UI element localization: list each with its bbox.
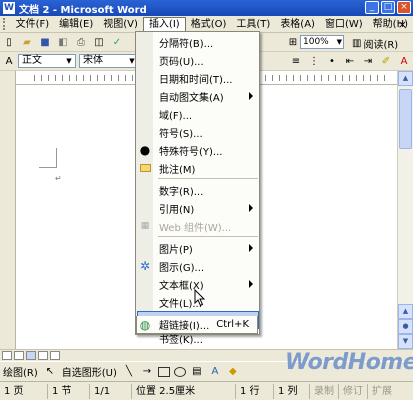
- close-button[interactable]: ×: [397, 1, 411, 14]
- status-page-count: 1/1: [90, 383, 132, 399]
- wordart-icon[interactable]: A: [208, 365, 222, 378]
- autoshape-menu[interactable]: 自选图形(U): [62, 364, 117, 379]
- special-symbol-icon: ●: [139, 143, 151, 157]
- print-view-button[interactable]: [26, 351, 36, 360]
- vertical-ruler[interactable]: [0, 71, 16, 349]
- select-objects-icon[interactable]: ↖: [43, 365, 57, 378]
- print-icon[interactable]: ⎙: [74, 36, 88, 49]
- permission-icon[interactable]: ◧: [56, 36, 70, 49]
- mouse-cursor-icon: [194, 289, 206, 307]
- research-icon[interactable]: ⊞: [286, 36, 300, 49]
- select-browse-object-button[interactable]: ●: [398, 319, 413, 334]
- word-app-icon[interactable]: W: [3, 2, 15, 14]
- menu-file[interactable]: 文件(F): [11, 17, 55, 32]
- menu-edit[interactable]: 编辑(E): [54, 17, 98, 32]
- highlight-icon[interactable]: ✐: [379, 55, 393, 68]
- open-folder-icon[interactable]: ▰: [20, 36, 34, 49]
- menu-tools[interactable]: 工具(T): [231, 17, 275, 32]
- font-color-icon[interactable]: A: [397, 55, 411, 68]
- menu-item-comment[interactable]: 批注(M): [137, 159, 259, 177]
- menu-item-page-numbers[interactable]: 页码(U)...: [137, 51, 259, 69]
- submenu-arrow-icon: [249, 244, 253, 252]
- draw-menu[interactable]: 绘图(R): [3, 364, 38, 379]
- menu-item-diagram[interactable]: ✲ 图示(G)...: [137, 257, 259, 275]
- status-track-changes[interactable]: 修订: [339, 383, 368, 399]
- text-box-icon[interactable]: ▤: [190, 365, 204, 378]
- read-icon: ▥: [352, 38, 362, 49]
- scroll-up-button[interactable]: ▲: [398, 71, 413, 86]
- menu-item-autotext[interactable]: 自动图文集(A): [137, 87, 259, 105]
- styles-pane-icon[interactable]: A: [2, 55, 16, 68]
- spelling-icon[interactable]: ✓: [110, 36, 124, 49]
- normal-view-button[interactable]: [2, 351, 12, 360]
- menu-item-reference[interactable]: 引用(N): [137, 199, 259, 217]
- decrease-indent-icon[interactable]: ⇤: [343, 55, 357, 68]
- reading-view-button[interactable]: [50, 351, 60, 360]
- hyperlink-icon: ◍: [139, 317, 151, 332]
- fill-color-icon[interactable]: ◆: [226, 365, 240, 378]
- menu-item-date-time[interactable]: 日期和时间(T)...: [137, 69, 259, 87]
- menu-item-special-symbol[interactable]: ● 特殊符号(Y)...: [137, 141, 259, 159]
- bullets-icon[interactable]: •: [325, 55, 339, 68]
- zoom-box[interactable]: 100% ▼: [300, 35, 344, 49]
- save-icon[interactable]: ■: [38, 36, 52, 49]
- status-extend[interactable]: 扩展: [368, 384, 396, 399]
- diagram-icon: ✲: [139, 259, 151, 273]
- status-line: 1 行: [236, 383, 274, 399]
- status-bar: 1 页 1 节 1/1 位置 2.5厘米 1 行 1 列 录制 修订 扩展: [0, 381, 413, 400]
- menu-item-symbol[interactable]: 符号(S)...: [137, 123, 259, 141]
- status-column: 1 列: [274, 383, 310, 399]
- vertical-scrollbar[interactable]: ▲ ▲ ● ▼: [397, 71, 413, 349]
- status-record[interactable]: 录制: [310, 383, 339, 399]
- menu-view[interactable]: 视图(V): [98, 17, 143, 32]
- menu-format[interactable]: 格式(O): [186, 17, 232, 32]
- outline-view-button[interactable]: [38, 351, 48, 360]
- comment-icon: [137, 160, 153, 176]
- style-box[interactable]: 正文 ▼: [18, 54, 76, 68]
- web-view-button[interactable]: [14, 351, 24, 360]
- read-button[interactable]: ▥ 阅读(R): [352, 36, 398, 51]
- menu-item-field[interactable]: 域(F)...: [137, 105, 259, 123]
- status-position: 位置 2.5厘米: [132, 383, 236, 399]
- status-page: 1 页: [0, 383, 48, 399]
- menu-insert[interactable]: 插入(I): [142, 16, 186, 32]
- close-document-icon[interactable]: ×: [398, 18, 407, 31]
- margin-corner-mark: [39, 148, 57, 168]
- web-component-icon: ▦: [140, 221, 150, 231]
- new-document-icon[interactable]: ▯: [2, 36, 16, 49]
- submenu-arrow-icon: [249, 280, 253, 288]
- window-title: 文档 2 - Microsoft Word: [19, 4, 147, 16]
- submenu-arrow-icon: [249, 204, 253, 212]
- menu-item-hyperlink[interactable]: ◍ 超链接(I)... Ctrl+K: [136, 316, 258, 334]
- title-bar: W 文档 2 - Microsoft Word _ □ ×: [0, 0, 413, 16]
- next-page-button[interactable]: ▼: [398, 334, 413, 349]
- oval-icon[interactable]: [173, 366, 186, 377]
- menu-item-break[interactable]: 分隔符(B)...: [137, 33, 259, 51]
- menubar-grip[interactable]: [3, 18, 7, 30]
- paragraph-mark: ↵: [55, 174, 62, 183]
- increase-indent-icon[interactable]: ⇥: [361, 55, 375, 68]
- menu-window[interactable]: 窗口(W): [320, 17, 368, 32]
- status-section: 1 节: [48, 383, 90, 399]
- previous-page-button[interactable]: ▲: [398, 304, 413, 319]
- maximize-button[interactable]: □: [381, 1, 395, 14]
- font-box[interactable]: 宋体 ▼: [79, 54, 139, 68]
- minimize-button[interactable]: _: [365, 1, 379, 14]
- arrow-icon[interactable]: →: [140, 365, 154, 378]
- menu-table[interactable]: 表格(A): [275, 17, 320, 32]
- rectangle-icon[interactable]: [157, 366, 170, 377]
- wordhome-watermark: WordHome: [285, 350, 413, 375]
- menu-item-number[interactable]: 数字(R)...: [137, 181, 259, 199]
- submenu-arrow-icon: [249, 92, 253, 100]
- scroll-thumb[interactable]: [399, 89, 412, 149]
- menu-item-web-component: ▦ Web 组件(W)...: [137, 217, 259, 235]
- line-spacing-icon[interactable]: ≡: [289, 55, 303, 68]
- print-preview-icon[interactable]: ◫: [92, 36, 106, 49]
- menu-item-picture[interactable]: 图片(P): [137, 239, 259, 257]
- line-icon[interactable]: ╲: [122, 365, 136, 378]
- numbering-icon[interactable]: ⋮: [307, 55, 321, 68]
